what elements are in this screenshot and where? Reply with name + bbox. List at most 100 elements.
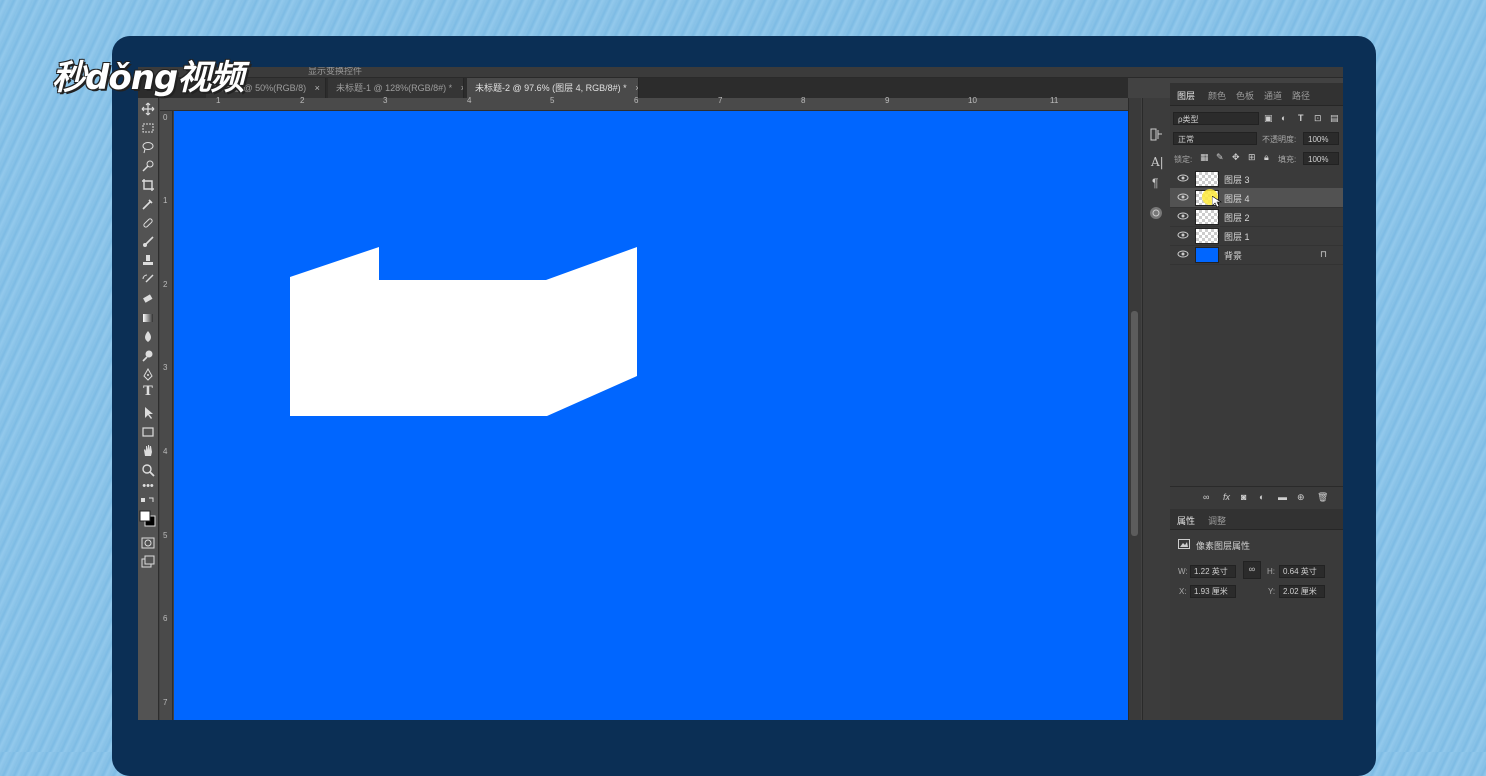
layer-name: 背景	[1224, 251, 1243, 261]
ruler-tick: 7	[718, 96, 723, 105]
lasso-tool-icon[interactable]	[141, 140, 155, 154]
filter-type-icon[interactable]: T	[1298, 113, 1304, 123]
color-swatches-icon[interactable]	[139, 510, 157, 528]
lock-all-icon[interactable]: 🔒︎	[1264, 152, 1269, 163]
filter-adjustment-icon[interactable]: ◐	[1281, 113, 1286, 123]
lock-transparent-icon[interactable]: ▦	[1200, 152, 1209, 163]
new-layer-icon[interactable]: ⊕	[1297, 492, 1305, 503]
tools-panel: T •••	[138, 98, 159, 720]
lock-image-icon[interactable]: ✎	[1216, 152, 1224, 163]
ruler-tick: 5	[550, 96, 555, 105]
quick-select-tool-icon[interactable]	[141, 159, 155, 173]
y-input[interactable]: 2.02 厘米	[1279, 585, 1325, 598]
quick-mask-icon[interactable]	[141, 536, 155, 550]
vertical-ruler: 0 1 2 3 4 5 6 7	[160, 111, 173, 720]
visibility-eye-icon[interactable]	[1177, 192, 1189, 202]
lock-artboard-icon[interactable]: ⊞	[1248, 152, 1256, 163]
document-canvas[interactable]	[174, 111, 1128, 720]
opacity-input[interactable]: 100%	[1303, 132, 1339, 145]
layer-row[interactable]: 图层 3	[1170, 169, 1343, 189]
visibility-eye-icon[interactable]	[1177, 173, 1189, 183]
visibility-eye-icon[interactable]	[1177, 230, 1189, 240]
healing-brush-tool-icon[interactable]	[141, 216, 155, 230]
clone-stamp-tool-icon[interactable]	[141, 254, 155, 268]
width-label: W:	[1178, 567, 1188, 576]
screen-mode-icon[interactable]	[141, 555, 155, 569]
folder-icon[interactable]: ▬	[1278, 492, 1287, 502]
tab-color[interactable]: 颜色	[1208, 89, 1226, 102]
layer-filter-select[interactable]: ρ类型	[1173, 112, 1259, 125]
trash-icon[interactable]: 🗑︎	[1317, 492, 1328, 503]
show-transform-label[interactable]: 显示变换控件	[308, 67, 362, 77]
white-shape[interactable]	[290, 247, 637, 416]
more-tools-icon[interactable]: •••	[141, 479, 155, 493]
height-input[interactable]: 0.64 英寸	[1279, 565, 1325, 578]
tab-paths[interactable]: 路径	[1292, 89, 1310, 102]
history-brush-tool-icon[interactable]	[141, 273, 155, 287]
options-bar: 显示变换控件	[138, 67, 1343, 78]
crop-tool-icon[interactable]	[141, 178, 155, 192]
close-icon[interactable]: ×	[635, 83, 638, 93]
x-input[interactable]: 1.93 厘米	[1190, 585, 1236, 598]
link-dimensions-icon[interactable]: ∞	[1243, 561, 1261, 579]
tab-label: 未标题-1 @ 128%(RGB/8#) *	[336, 83, 453, 93]
tab-adjustments[interactable]: 调整	[1208, 514, 1226, 527]
properties-section-title: 像素图层属性	[1196, 541, 1251, 551]
tab-untitled-2[interactable]: 未标题-2 @ 97.6% (图层 4, RGB/8#) * ×	[467, 78, 639, 98]
tab-layers[interactable]: 图层	[1177, 89, 1195, 102]
tab-label: 未标题-2 @ 97.6% (图层 4, RGB/8#) *	[475, 83, 627, 93]
lock-position-icon[interactable]: ✥	[1232, 152, 1240, 163]
fx-icon[interactable]: fx	[1223, 492, 1230, 502]
fill-input[interactable]: 100%	[1303, 152, 1339, 165]
tab-properties[interactable]: 属性	[1177, 514, 1195, 527]
horizontal-ruler: 1 2 3 4 5 6 7 8 9 10 11	[160, 96, 1128, 111]
layers-panel-footer: ∞ fx ◙ ◐ ▬ ⊕ 🗑︎	[1170, 486, 1343, 510]
filter-shape-icon[interactable]: ⊡	[1314, 113, 1322, 124]
pen-tool-icon[interactable]	[141, 368, 155, 382]
swap-colors-icon[interactable]	[141, 496, 155, 510]
tab-swatches[interactable]: 色板	[1236, 89, 1254, 102]
move-tool-icon[interactable]	[141, 102, 155, 116]
ruler-tick: 2	[163, 280, 168, 289]
zoom-tool-icon[interactable]	[141, 463, 155, 477]
layer-row-selected[interactable]: 图层 4	[1170, 188, 1343, 208]
layer-row-background[interactable]: 背景 ⊓	[1170, 245, 1343, 265]
layer-thumbnail	[1195, 209, 1219, 225]
brush-tool-icon[interactable]	[141, 235, 155, 249]
link-icon[interactable]: ∞	[1203, 492, 1209, 502]
marquee-tool-icon[interactable]	[141, 121, 155, 135]
path-selection-tool-icon[interactable]	[141, 406, 155, 420]
ruler-tick: 9	[885, 96, 890, 105]
pixel-layer-icon	[1178, 539, 1190, 549]
tab-untitled-1[interactable]: 未标题-1 @ 128%(RGB/8#) * ×	[328, 78, 464, 98]
ruler-tick: 3	[383, 96, 388, 105]
blur-tool-icon[interactable]	[141, 330, 155, 344]
adjustment-icon[interactable]: ◐	[1259, 492, 1264, 502]
type-panel-icon[interactable]: A|	[1151, 155, 1164, 169]
filter-pixel-icon[interactable]: ▣	[1264, 113, 1273, 124]
character-panel-icon[interactable]	[1150, 128, 1163, 141]
paragraph-panel-icon[interactable]: ¶	[1152, 176, 1158, 190]
close-icon[interactable]: ×	[461, 83, 463, 93]
blend-mode-select[interactable]: 正常	[1173, 132, 1257, 145]
filter-smart-object-icon[interactable]: ▤	[1330, 113, 1339, 124]
type-tool-icon[interactable]: T	[141, 385, 155, 399]
brand-logo: 秒dǒng视频	[52, 58, 244, 98]
layer-row[interactable]: 图层 2	[1170, 207, 1343, 227]
gradient-tool-icon[interactable]	[141, 311, 155, 325]
mask-icon[interactable]: ◙	[1241, 492, 1246, 502]
eyedropper-tool-icon[interactable]	[141, 197, 155, 211]
visibility-eye-icon[interactable]	[1177, 211, 1189, 221]
eraser-tool-icon[interactable]	[141, 292, 155, 306]
dodge-tool-icon[interactable]	[141, 349, 155, 363]
visibility-eye-icon[interactable]	[1177, 249, 1189, 259]
libraries-icon[interactable]	[1148, 205, 1164, 221]
hand-tool-icon[interactable]	[141, 444, 155, 458]
rectangle-tool-icon[interactable]	[141, 425, 155, 439]
tab-channels[interactable]: 通道	[1264, 89, 1282, 102]
layer-row[interactable]: 图层 1	[1170, 226, 1343, 246]
vertical-scrollbar[interactable]	[1128, 98, 1141, 720]
close-icon[interactable]: ×	[315, 83, 320, 93]
scrollbar-thumb[interactable]	[1131, 311, 1138, 536]
width-input[interactable]: 1.22 英寸	[1190, 565, 1236, 578]
